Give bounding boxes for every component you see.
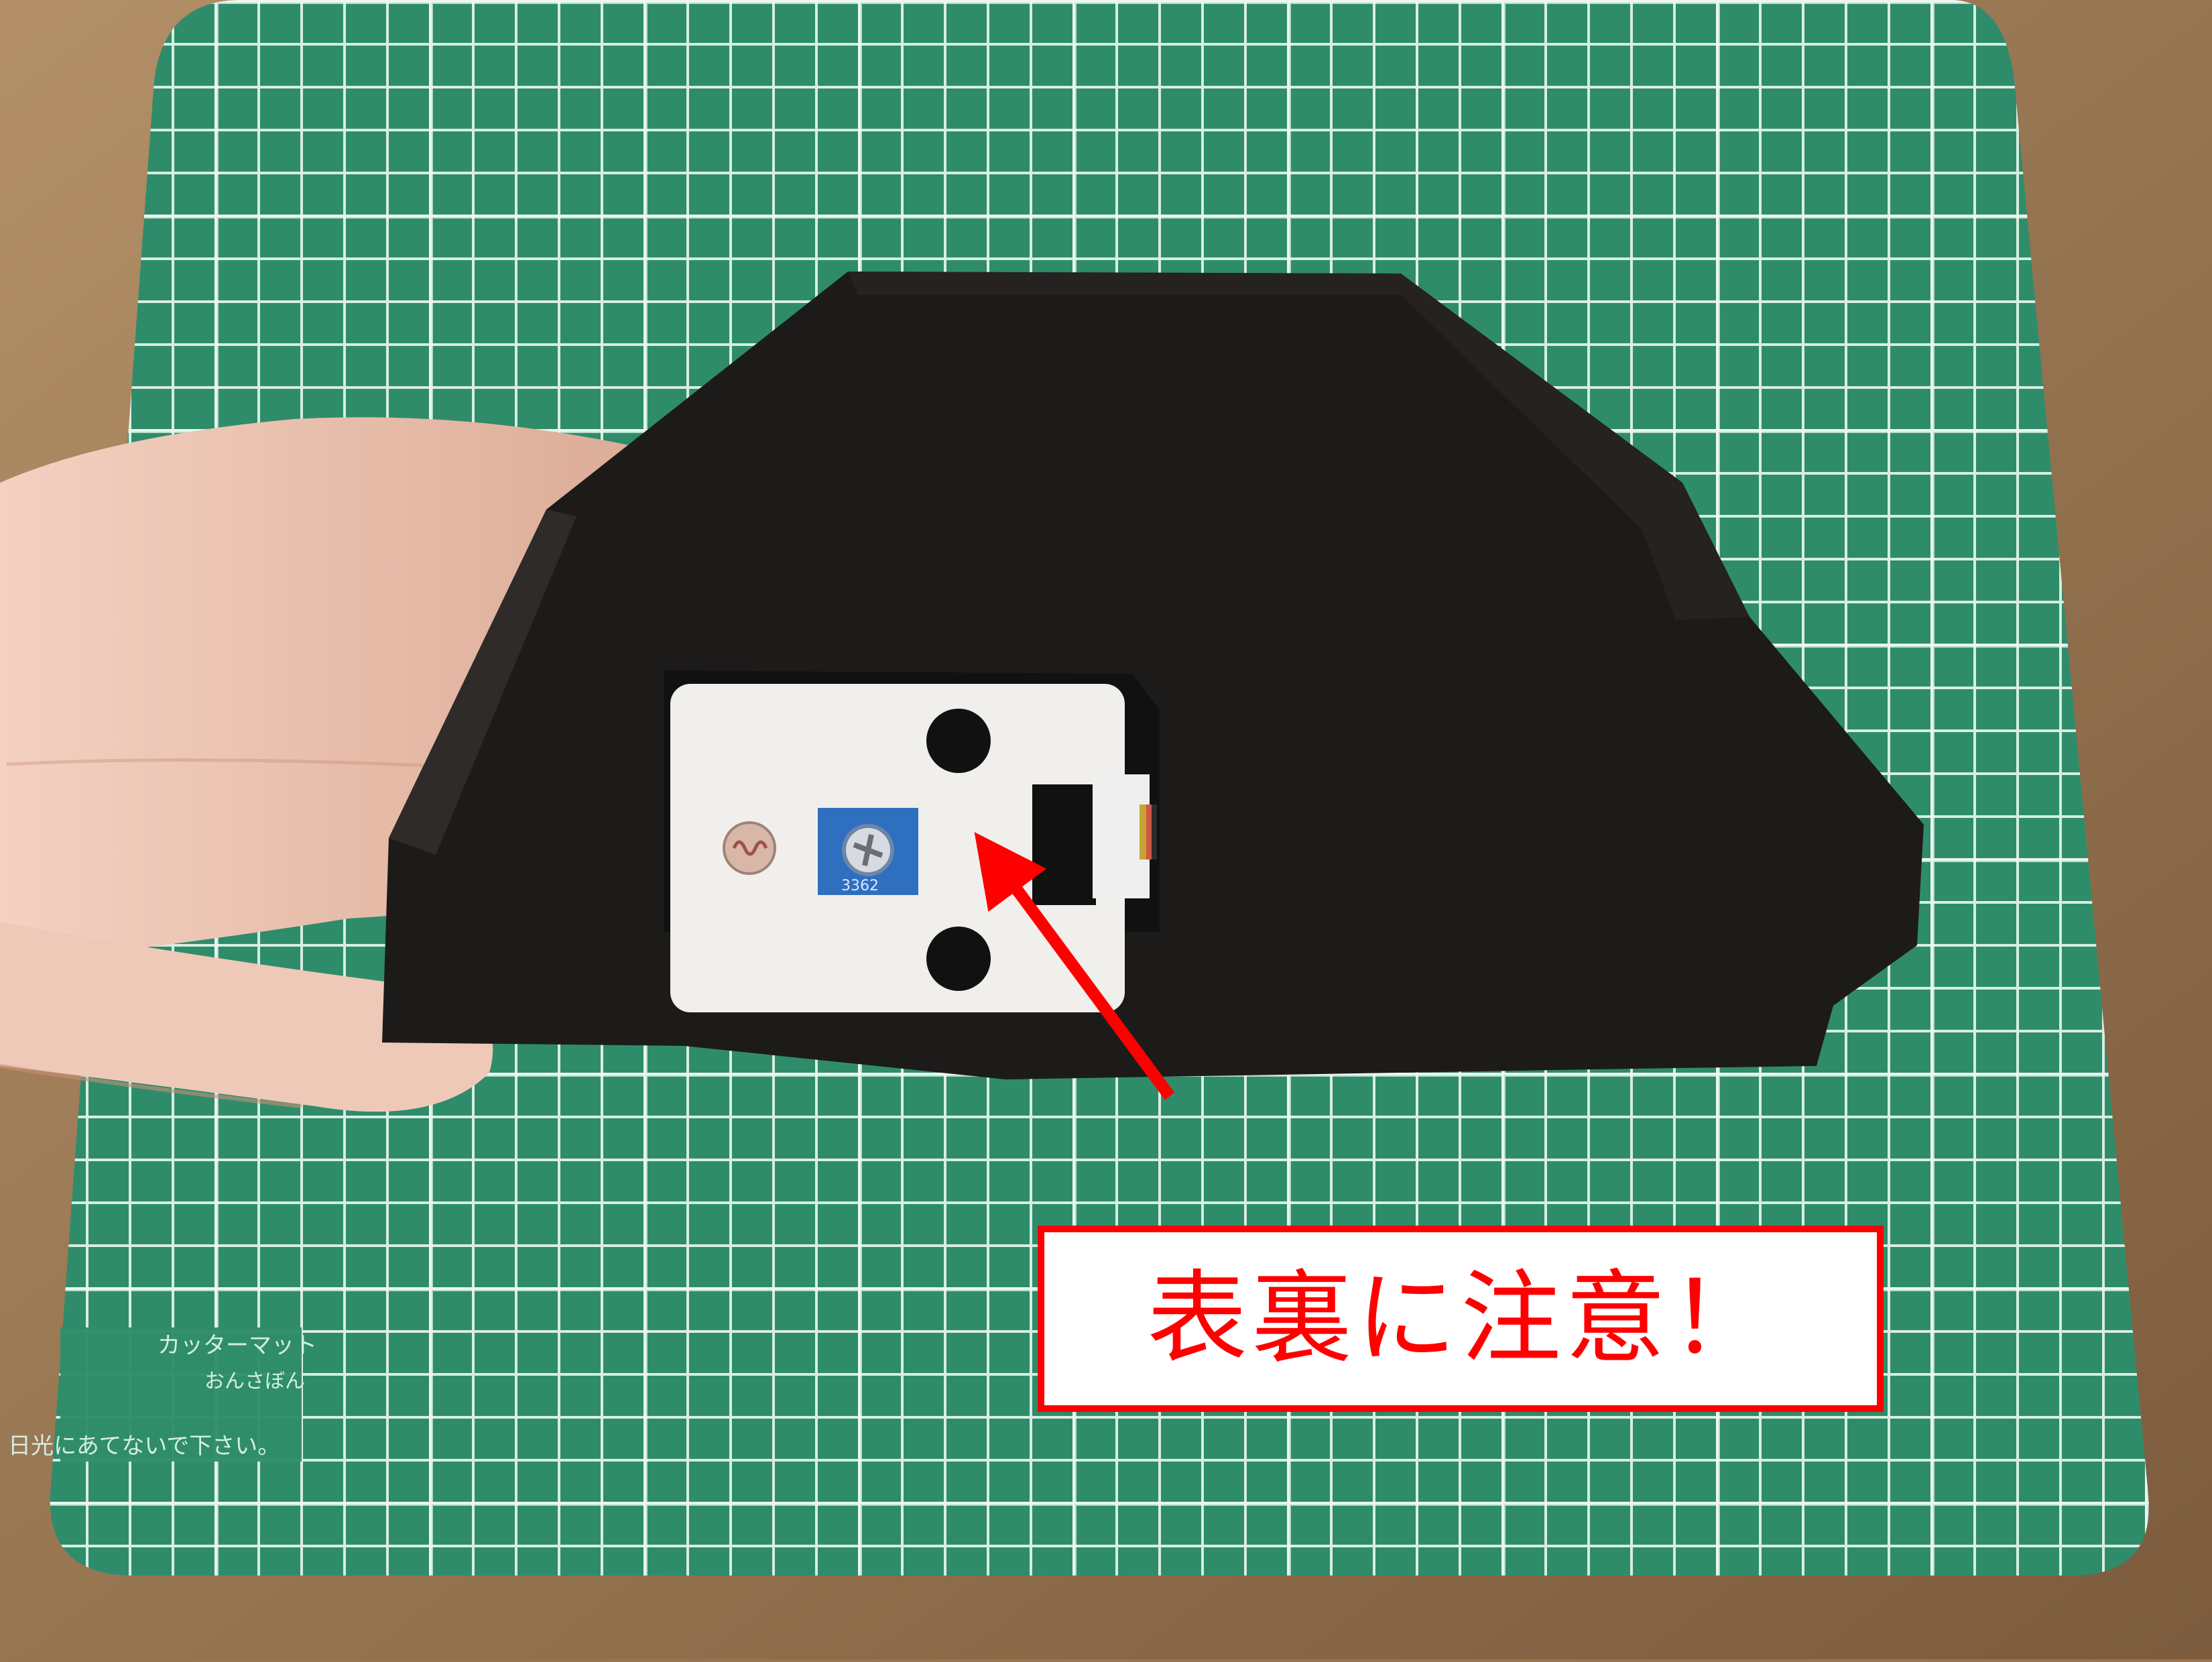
- mat-label-3: 日光にあてないで下さい。: [8, 1433, 280, 1460]
- mat-label-2: おんさぼん: [204, 1370, 305, 1393]
- photo-scene: カッターマット おんさぼん 日光にあてないで下さい。 3362 表裏に注意！: [0, 0, 2212, 1659]
- mat-label-1: カッターマット: [158, 1332, 317, 1359]
- light-sensor-module: 3362: [670, 684, 1157, 1012]
- pot-marking: 3362: [841, 878, 879, 894]
- callout-box: 表裏に注意！: [1038, 1226, 1884, 1412]
- photoresistor: [723, 821, 776, 875]
- callout-text: 表裏に注意！: [1146, 1260, 1774, 1377]
